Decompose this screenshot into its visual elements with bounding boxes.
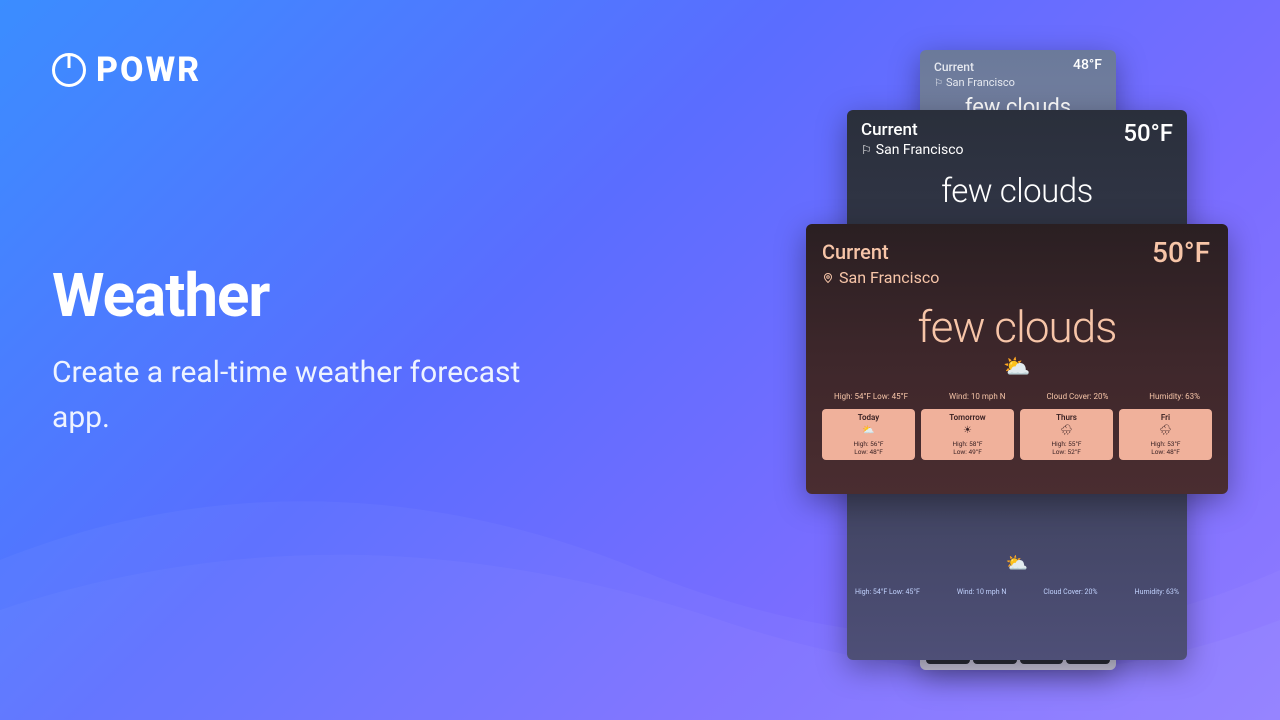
- current-condition: few clouds: [822, 301, 1212, 353]
- forecast-weather-icon: 🌧: [1121, 425, 1210, 438]
- forecast-high: High: 53°F: [1121, 440, 1210, 448]
- logo-power-icon: [52, 53, 86, 87]
- forecast-low: Low: 49°F: [923, 448, 1012, 456]
- location-text: San Francisco: [839, 268, 939, 287]
- forecast-high: High: 55°F: [1022, 440, 1111, 448]
- current-location: San Francisco: [822, 268, 1212, 287]
- stat-hi-lo: High: 54°F Low: 45°F: [855, 588, 920, 596]
- forecast-row: Today⛅High: 56°FLow: 48°FTomorrow☀High: …: [822, 409, 1212, 460]
- forecast-low: Low: 48°F: [1121, 448, 1210, 456]
- stats-row: High: 54°F Low: 45°F Wind: 10 mph N Clou…: [855, 588, 1179, 596]
- cloud-icon: ⛅: [822, 355, 1212, 380]
- page-subtitle: Create a real-time weather forecast app.: [52, 350, 572, 440]
- weather-card-plum[interactable]: Current 50°F San Francisco few clouds ⛅ …: [806, 224, 1228, 494]
- forecast-high: High: 56°F: [824, 440, 913, 448]
- forecast-weather-icon: ☀: [923, 425, 1012, 438]
- stats-row: High: 54°F Low: 45°F Wind: 10 mph N Clou…: [822, 392, 1212, 401]
- forecast-tile[interactable]: Thurs 🌧 High: 55°FLow: 52°F: [1020, 409, 1113, 460]
- weather-widget-previews: Current 48°F San Francisco few clouds ⛅ …: [800, 50, 1230, 690]
- stat-wind: Wind: 10 mph N: [949, 392, 1005, 401]
- location-pin-icon: [822, 268, 834, 287]
- forecast-weather-icon: ⛅: [824, 425, 913, 438]
- stat-humidity: Humidity: 63%: [1135, 588, 1179, 596]
- current-condition: few clouds: [861, 172, 1173, 211]
- forecast-weather-icon: 🌧: [1022, 425, 1111, 438]
- current-temp: 50°F: [1123, 119, 1173, 147]
- forecast-low: Low: 48°F: [824, 448, 913, 456]
- forecast-tile[interactable]: Today ⛅ High: 56°FLow: 48°F: [822, 409, 915, 460]
- stat-hi-lo: High: 54°F Low: 45°F: [834, 392, 908, 401]
- stat-cloud: Cloud Cover: 20%: [1046, 392, 1108, 401]
- forecast-tile[interactable]: Tomorrow ☀ High: 58°FLow: 49°F: [921, 409, 1014, 460]
- cloud-icon: ⛅: [1006, 553, 1028, 574]
- page-title: Weather: [52, 260, 269, 331]
- current-temp: 48°F: [1073, 57, 1102, 73]
- stat-humidity: Humidity: 63%: [1149, 392, 1200, 401]
- current-location: San Francisco: [934, 76, 1102, 89]
- current-temp: 50°F: [1152, 236, 1210, 269]
- forecast-tile[interactable]: Fri 🌧 High: 53°FLow: 48°F: [1119, 409, 1212, 460]
- forecast-high: High: 58°F: [923, 440, 1012, 448]
- stat-cloud: Cloud Cover: 20%: [1043, 588, 1097, 596]
- logo: POWR: [52, 50, 201, 90]
- forecast-day: Today: [824, 413, 913, 423]
- forecast-day: Thurs: [1022, 413, 1111, 423]
- forecast-low: Low: 52°F: [1022, 448, 1111, 456]
- forecast-day: Fri: [1121, 413, 1210, 423]
- logo-text: POWR: [96, 50, 201, 90]
- stat-wind: Wind: 10 mph N: [957, 588, 1006, 596]
- forecast-day: Tomorrow: [923, 413, 1012, 423]
